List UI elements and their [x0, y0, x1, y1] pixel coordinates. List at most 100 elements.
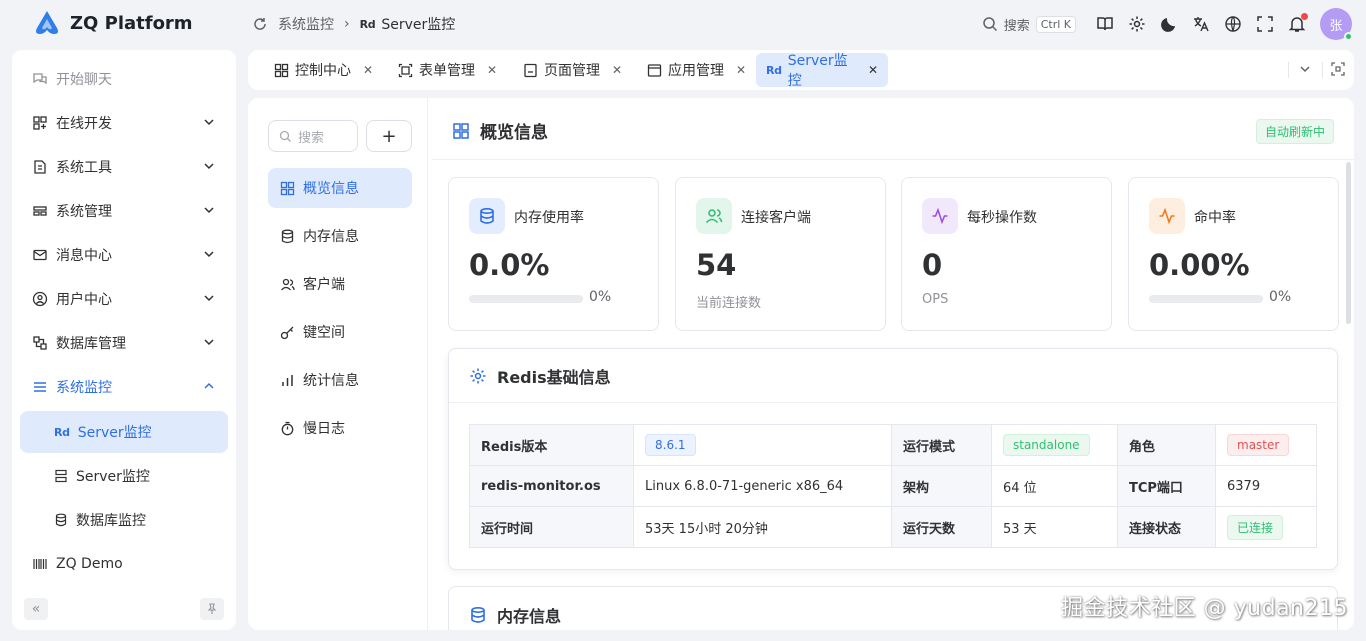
scrollbar[interactable] [1346, 162, 1351, 324]
subnav-search-input[interactable]: 搜索 [268, 120, 358, 152]
info-value: 53天 15小时 20分钟 [633, 506, 892, 548]
tab-label: 应用管理 [668, 63, 724, 79]
sidebar-item-chat[interactable]: 开始聊天 [20, 58, 228, 100]
book-icon[interactable] [1096, 15, 1114, 33]
globe-icon[interactable] [1224, 15, 1242, 33]
app-window-icon [647, 63, 662, 78]
subnav-item-memory[interactable]: 内存信息 [268, 216, 412, 256]
close-icon[interactable]: ✕ [612, 63, 622, 77]
user-icon [32, 291, 48, 307]
breadcrumb: 系统监控 › Rd Server监控 [252, 14, 455, 34]
subnav-item-overview[interactable]: 概览信息 [268, 168, 412, 208]
chat-icon [32, 71, 48, 87]
stat-card-hit-rate: 命中率 0.00% 0% [1128, 177, 1339, 331]
grid-icon [280, 181, 295, 196]
sidebar-subitem-database-monitor[interactable]: 数据库监控 [20, 499, 228, 541]
sidebar-item-label: Server监控 [77, 425, 152, 441]
search-icon [279, 130, 292, 143]
breadcrumb-parent[interactable]: 系统监控 [278, 14, 334, 34]
chevron-right-icon: › [344, 16, 350, 32]
plus-icon: + [381, 125, 397, 147]
role-tag: master [1227, 434, 1290, 456]
info-key: 运行天数 [891, 506, 992, 548]
stat-value: 0.00% [1149, 248, 1250, 282]
info-key: TCP端口 [1117, 465, 1216, 507]
maximize-icon[interactable] [1330, 61, 1346, 77]
overview-title-text: 概览信息 [480, 123, 548, 143]
sidebar-item-system-monitor[interactable]: 系统监控 [20, 366, 228, 408]
close-icon[interactable]: ✕ [868, 63, 878, 77]
version-tag: 8.6.1 [645, 434, 696, 456]
connection-status-tag: 已连接 [1227, 514, 1284, 540]
stat-label: 连接客户端 [741, 210, 811, 226]
app-name: ZQ Platform [70, 12, 193, 34]
sidebar-item-database-management[interactable]: 数据库管理 [20, 322, 228, 364]
close-icon[interactable]: ✕ [487, 63, 497, 77]
info-key: Redis版本 [469, 424, 634, 466]
sidebar-item-user-center[interactable]: 用户中心 [20, 278, 228, 320]
sidebar-subitem-redis-monitor[interactable]: Rd Server监控 [20, 411, 228, 453]
breadcrumb-current: Rd Server监控 [360, 14, 456, 34]
tab-page-management[interactable]: 页面管理 ✕ [513, 53, 632, 87]
tab-app-management[interactable]: 应用管理 ✕ [637, 53, 756, 87]
close-icon[interactable]: ✕ [363, 63, 373, 77]
moon-icon[interactable] [1160, 15, 1178, 33]
tool-icon [32, 159, 48, 175]
online-status-dot [1344, 32, 1353, 41]
subnav-item-stats[interactable]: 统计信息 [268, 360, 412, 400]
fullscreen-icon[interactable] [1256, 15, 1274, 33]
sidebar-item-system-management[interactable]: 系统管理 [20, 190, 228, 232]
memory-progress-bar [469, 295, 583, 303]
chevron-down-icon [202, 159, 216, 173]
pin-sidebar-button[interactable] [200, 598, 224, 620]
user-avatar[interactable]: 张 [1320, 8, 1353, 41]
subnav-item-label: 统计信息 [303, 373, 359, 389]
info-key: 运行时间 [469, 506, 634, 548]
tab-label: 表单管理 [419, 63, 475, 79]
global-search-button[interactable]: 搜索 Ctrl K [976, 11, 1082, 38]
subnav-item-clients[interactable]: 客户端 [268, 264, 412, 304]
refresh-icon[interactable] [252, 16, 268, 32]
search-shortcut: Ctrl K [1035, 15, 1076, 33]
memory-info-header: 内存信息 [469, 603, 561, 627]
database-icon [32, 335, 48, 351]
tab-redis-monitor[interactable]: Rd Server监控 ✕ [756, 53, 888, 89]
gear-icon[interactable] [1128, 15, 1146, 33]
sidebar-item-label: 数据库管理 [56, 336, 126, 352]
stat-value: 54 [696, 248, 737, 282]
chevron-down-icon[interactable] [1298, 62, 1312, 76]
translate-icon[interactable] [1192, 15, 1210, 33]
sidebar-item-online-dev[interactable]: 在线开发 [20, 102, 228, 144]
sidebar-item-zq-demo[interactable]: ZQ Demo [20, 543, 228, 585]
database-icon [469, 198, 505, 234]
stat-percent: 0% [1269, 289, 1292, 305]
sidebar-item-system-tools[interactable]: 系统工具 [20, 146, 228, 188]
redis-basic-info-header: Redis基础信息 [449, 349, 1337, 403]
form-icon [398, 63, 413, 78]
collapse-sidebar-button[interactable]: « [24, 598, 48, 620]
rd-badge: Rd [54, 425, 70, 439]
redis-subnav: 搜索 + 概览信息 内存信息 客户端 键空间 统计信息 慢日志 [248, 98, 428, 630]
sidebar-item-message-center[interactable]: 消息中心 [20, 234, 228, 276]
tab-divider [1288, 62, 1289, 78]
close-icon[interactable]: ✕ [736, 63, 746, 77]
table-row: redis-monitor.os Linux 6.8.0-71-generic … [469, 465, 1317, 507]
tab-form-management[interactable]: 表单管理 ✕ [388, 53, 507, 87]
rd-badge: Rd [766, 63, 782, 77]
sidebar-item-label: 用户中心 [56, 292, 112, 308]
sidebar-subitem-server-monitor[interactable]: Server监控 [20, 455, 228, 497]
sidebar-item-label: ZQ Demo [56, 556, 123, 572]
subnav-item-slowlog[interactable]: 慢日志 [268, 408, 412, 448]
subnav-item-label: 客户端 [303, 277, 345, 293]
add-button[interactable]: + [366, 120, 412, 152]
subnav-item-label: 键空间 [303, 325, 345, 341]
bell-icon[interactable] [1288, 13, 1308, 33]
tab-dashboard[interactable]: 控制中心 ✕ [264, 53, 383, 87]
info-key: 运行模式 [891, 424, 992, 466]
breadcrumb-current-label: Server监控 [381, 17, 456, 33]
menu-icon [32, 379, 48, 395]
subnav-item-keyspace[interactable]: 键空间 [268, 312, 412, 352]
rd-badge: Rd [359, 17, 376, 31]
sidebar-item-label: 消息中心 [56, 248, 112, 264]
app-logo[interactable]: ZQ Platform [32, 10, 193, 36]
